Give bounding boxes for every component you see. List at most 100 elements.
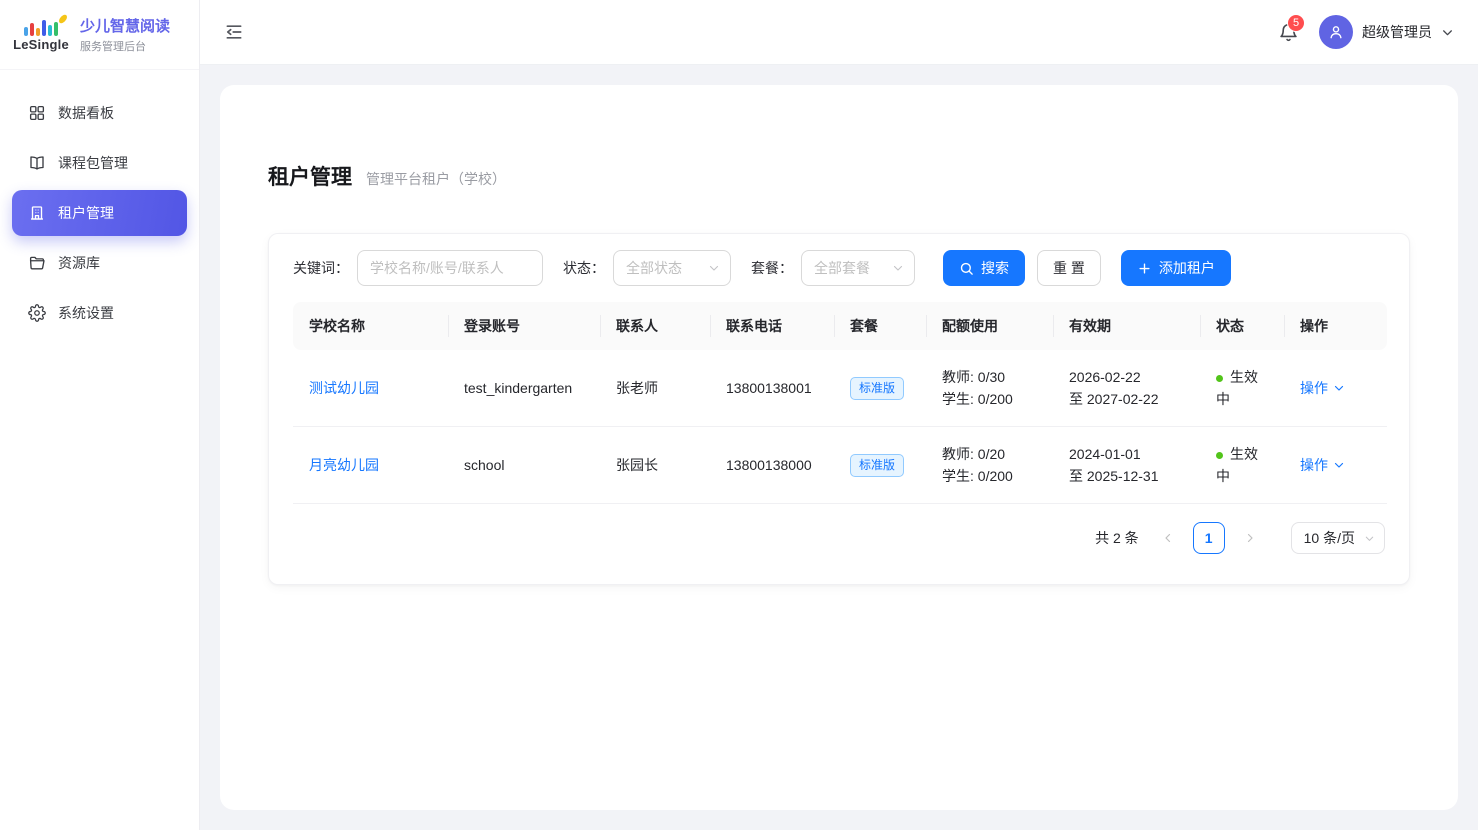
sidebar-item-label: 数据看板 [58, 103, 114, 123]
sidebar-item-label: 资源库 [58, 253, 100, 273]
row-action-dropdown[interactable]: 操作 [1300, 455, 1345, 475]
contact-cell: 张老师 [600, 350, 710, 427]
user-name: 超级管理员 [1362, 22, 1432, 42]
contact-cell: 张园长 [600, 427, 710, 504]
logo-wordmark: LeSingle [13, 37, 69, 52]
status-select-value: 全部状态 [626, 258, 682, 278]
sidebar-nav: 数据看板 课程包管理 租户管理 资源库 [0, 70, 199, 356]
quota-student: 学生: 0/200 [942, 465, 1037, 487]
row-action-dropdown[interactable]: 操作 [1300, 378, 1345, 398]
package-select-value: 全部套餐 [814, 258, 870, 278]
tenant-table: 学校名称 登录账号 联系人 联系电话 套餐 配额使用 有效期 状态 操作 [293, 302, 1387, 504]
row-action-label: 操作 [1300, 455, 1328, 475]
book-icon [28, 154, 46, 172]
avatar-user-icon [1327, 23, 1345, 41]
lesingle-logo-icon: LeSingle [12, 18, 70, 52]
chevron-down-icon [1364, 533, 1375, 544]
package-label: 套餐： [751, 258, 793, 278]
app-root: LeSingle 少儿智慧阅读 服务管理后台 数据看板 课程包管理 [0, 0, 1478, 830]
row-action-label: 操作 [1300, 378, 1328, 398]
brand-subtitle: 服务管理后台 [80, 38, 170, 54]
quota-teacher: 教师: 0/20 [942, 443, 1037, 465]
avatar [1319, 15, 1353, 49]
sidebar-item-resources[interactable]: 资源库 [12, 240, 187, 286]
chevron-down-icon [892, 262, 904, 274]
folder-icon [28, 254, 46, 272]
quota-cell: 教师: 0/30 学生: 0/200 [926, 350, 1053, 427]
valid-from: 2024-01-01 [1069, 443, 1184, 465]
add-tenant-button[interactable]: 添加租户 [1121, 250, 1231, 286]
dashboard-icon [28, 104, 46, 122]
quota-teacher: 教师: 0/30 [942, 366, 1037, 388]
logo-bars-icon [24, 18, 58, 36]
keyword-label: 关键词： [293, 258, 349, 278]
plus-icon [1137, 261, 1152, 276]
package-tag: 标准版 [850, 377, 904, 400]
table-row: 月亮幼儿园 school 张园长 13800138000 标准版 教师: 0/2… [293, 427, 1387, 504]
status-label: 状态： [563, 258, 605, 278]
school-name-link[interactable]: 月亮幼儿园 [309, 457, 379, 473]
reset-button[interactable]: 重 置 [1037, 250, 1101, 286]
quota-student: 学生: 0/200 [942, 388, 1037, 410]
chevron-right-icon [1244, 532, 1256, 544]
column-header-account: 登录账号 [448, 302, 600, 350]
user-menu[interactable]: 超级管理员 [1319, 15, 1454, 49]
valid-from: 2026-02-22 [1069, 366, 1184, 388]
add-tenant-button-label: 添加租户 [1159, 258, 1215, 278]
pagination-next-button[interactable] [1235, 523, 1265, 553]
building-icon [28, 204, 46, 222]
chevron-down-icon [708, 262, 720, 274]
main-area: 5 超级管理员 租户管理 管理平台租户（学校） [200, 0, 1478, 830]
sidebar-item-dashboard[interactable]: 数据看板 [12, 90, 187, 136]
validity-cell: 2026-02-22 至 2027-02-22 [1053, 350, 1200, 427]
package-tag: 标准版 [850, 454, 904, 477]
column-header-contact: 联系人 [600, 302, 710, 350]
pagination-page-1[interactable]: 1 [1193, 522, 1225, 554]
sidebar-item-tenants[interactable]: 租户管理 [12, 190, 187, 236]
sidebar-item-label: 系统设置 [58, 303, 114, 323]
sidebar-item-course-packages[interactable]: 课程包管理 [12, 140, 187, 186]
sidebar-item-settings[interactable]: 系统设置 [12, 290, 187, 336]
validity-cell: 2024-01-01 至 2025-12-31 [1053, 427, 1200, 504]
pagination-total: 共 2 条 [1095, 528, 1139, 548]
column-header-school: 学校名称 [293, 302, 448, 350]
notification-bell[interactable]: 5 [1278, 22, 1299, 43]
search-button-label: 搜索 [981, 258, 1009, 278]
school-name-link[interactable]: 测试幼儿园 [309, 380, 379, 396]
page-header: 租户管理 管理平台租户（学校） [268, 161, 1410, 191]
gear-icon [28, 304, 46, 322]
account-cell: school [448, 427, 600, 504]
quota-cell: 教师: 0/20 学生: 0/200 [926, 427, 1053, 504]
table-row: 测试幼儿园 test_kindergarten 张老师 13800138001 … [293, 350, 1387, 427]
tenant-panel: 关键词： 状态： 全部状态 套餐： 全部套餐 [268, 233, 1410, 585]
phone-cell: 13800138000 [710, 427, 834, 504]
topbar: 5 超级管理员 [200, 0, 1478, 65]
page-size-value: 10 条/页 [1304, 528, 1355, 548]
chevron-left-icon [1162, 532, 1174, 544]
menu-fold-icon[interactable] [224, 22, 244, 42]
valid-to: 至 2027-02-22 [1069, 388, 1184, 410]
filter-bar: 关键词： 状态： 全部状态 套餐： 全部套餐 [293, 250, 1385, 286]
chevron-down-icon [1333, 382, 1345, 394]
status-cell: 生效中 [1200, 350, 1284, 427]
page-title: 租户管理 [268, 161, 352, 191]
valid-to: 至 2025-12-31 [1069, 465, 1184, 487]
page-card: 租户管理 管理平台租户（学校） 关键词： 状态： 全部状态 [220, 85, 1458, 810]
column-header-package: 套餐 [834, 302, 926, 350]
keyword-input[interactable] [357, 250, 543, 286]
column-header-action: 操作 [1284, 302, 1387, 350]
page-size-select[interactable]: 10 条/页 [1291, 522, 1385, 554]
status-cell: 生效中 [1200, 427, 1284, 504]
package-select[interactable]: 全部套餐 [801, 250, 915, 286]
status-badge: 生效中 [1216, 369, 1258, 407]
status-dot-icon [1216, 375, 1223, 382]
pagination-prev-button[interactable] [1153, 523, 1183, 553]
status-badge: 生效中 [1216, 446, 1258, 484]
sidebar-item-label: 租户管理 [58, 203, 114, 223]
phone-cell: 13800138001 [710, 350, 834, 427]
brand-title: 少儿智慧阅读 [80, 15, 170, 36]
search-icon [959, 261, 974, 276]
search-button[interactable]: 搜索 [943, 250, 1025, 286]
chevron-down-icon [1333, 459, 1345, 471]
status-select[interactable]: 全部状态 [613, 250, 731, 286]
